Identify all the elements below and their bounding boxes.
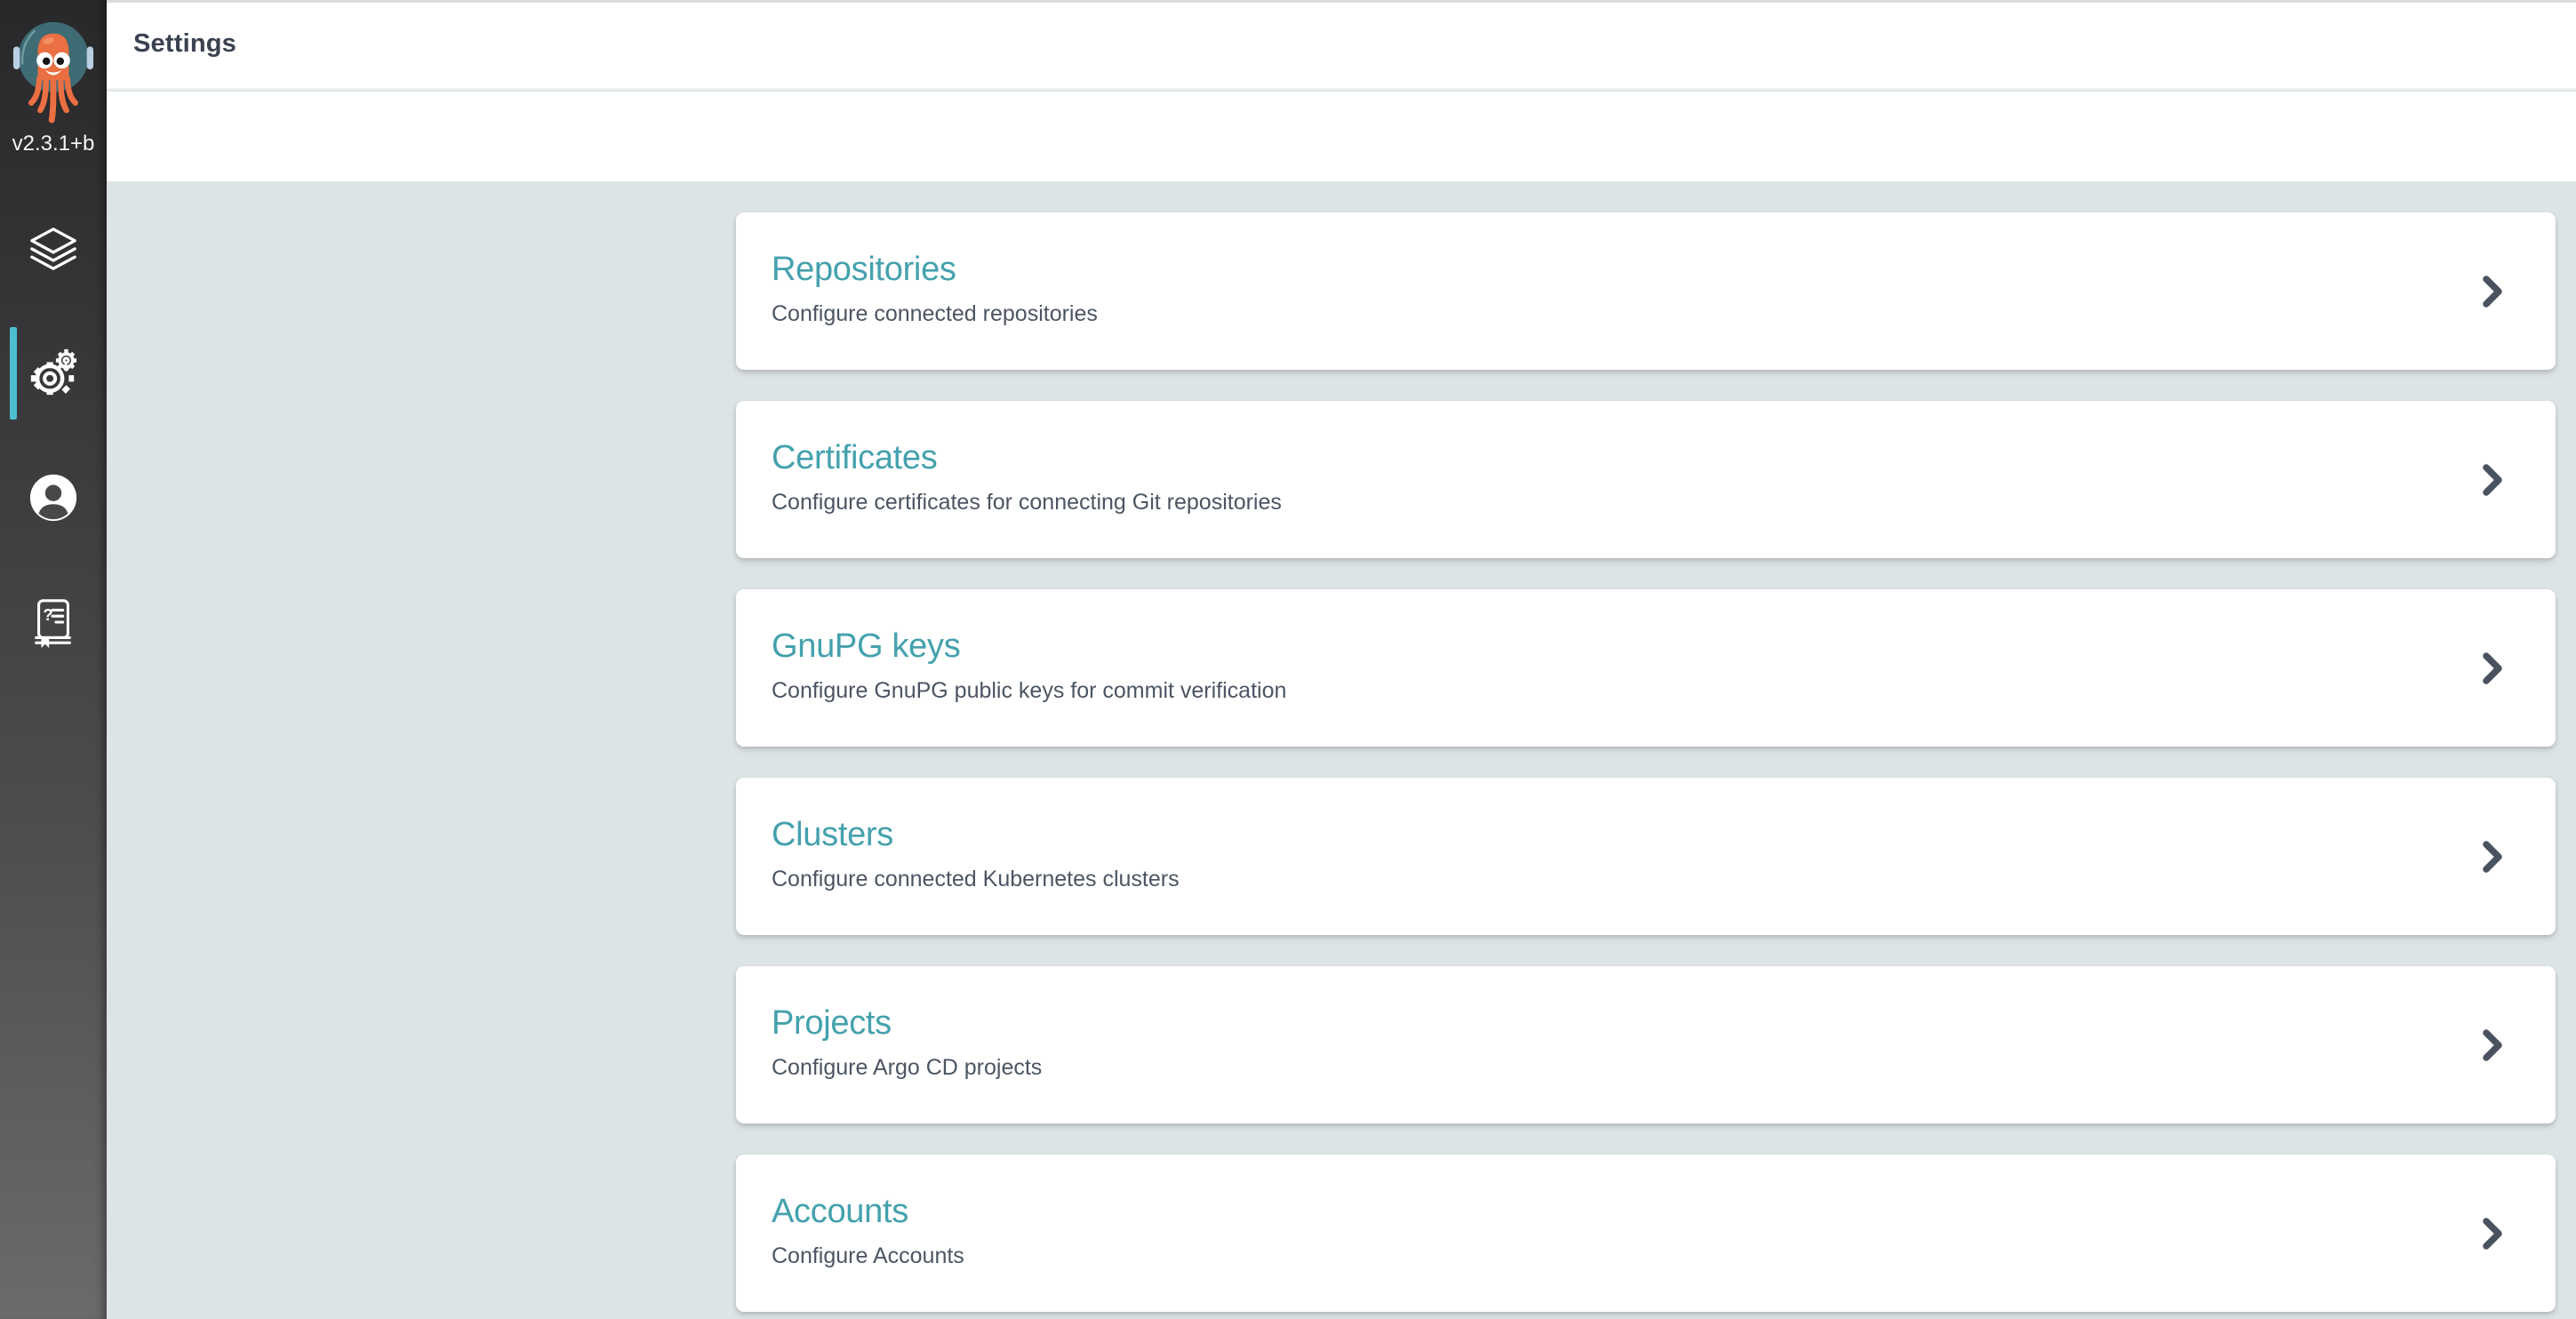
page-title: Settings	[133, 29, 236, 59]
chevron-right-icon	[2483, 652, 2504, 684]
settings-card-clusters[interactable]: Clusters Configure connected Kubernetes …	[736, 778, 2556, 935]
card-description: Configure GnuPG public keys for commit v…	[772, 677, 2449, 704]
settings-card-certificates[interactable]: Certificates Configure certificates for …	[736, 401, 2556, 558]
main-content-area: Settings Repositories Configure connecte…	[107, 0, 2576, 1319]
settings-card-accounts[interactable]: Accounts Configure Accounts	[736, 1155, 2556, 1312]
card-description: Configure Argo CD projects	[772, 1054, 2449, 1081]
chevron-right-icon	[2483, 1218, 2504, 1250]
card-description: Configure Accounts	[772, 1243, 2449, 1269]
version-label: v2.3.1+b	[0, 132, 107, 156]
settings-card-projects[interactable]: Projects Configure Argo CD projects	[736, 966, 2556, 1123]
window-top-edge	[107, 0, 2576, 3]
card-description: Configure certificates for connecting Gi…	[772, 489, 2449, 516]
card-description: Configure connected repositories	[772, 300, 2449, 327]
settings-card-list: Repositories Configure connected reposit…	[736, 212, 2556, 1319]
card-title-link[interactable]: Accounts	[772, 1194, 2449, 1231]
chevron-right-icon	[2483, 841, 2504, 873]
sidebar-item-applications[interactable]	[0, 187, 107, 311]
argo-cd-octopus-icon	[12, 20, 94, 131]
card-title-link[interactable]: Clusters	[772, 817, 2449, 854]
gear-icon	[28, 348, 79, 399]
secondary-toolbar	[107, 92, 2576, 181]
sidebar-nav: ?	[0, 187, 107, 684]
card-title-link[interactable]: Repositories	[772, 252, 2449, 289]
help-book-icon: ?	[28, 596, 79, 648]
argo-cd-settings-screen: Settings Repositories Configure connecte…	[0, 0, 2576, 1319]
card-description: Configure connected Kubernetes clusters	[772, 866, 2449, 892]
sidebar: v2.3.1+b	[0, 0, 107, 1319]
card-title-link[interactable]: Projects	[772, 1005, 2449, 1043]
sidebar-item-settings[interactable]	[0, 311, 107, 436]
user-icon	[28, 472, 79, 524]
settings-card-gnupg-keys[interactable]: GnuPG keys Configure GnuPG public keys f…	[736, 589, 2556, 747]
active-indicator	[10, 327, 17, 420]
svg-text:?: ?	[43, 605, 52, 624]
chevron-right-icon	[2483, 1029, 2504, 1061]
sidebar-item-user-info[interactable]	[0, 436, 107, 560]
layers-icon	[28, 223, 79, 275]
chevron-right-icon	[2483, 464, 2504, 496]
settings-card-repositories[interactable]: Repositories Configure connected reposit…	[736, 212, 2556, 370]
chevron-right-icon	[2483, 276, 2504, 308]
card-title-link[interactable]: GnuPG keys	[772, 628, 2449, 666]
top-toolbar: Settings	[107, 0, 2576, 90]
sidebar-item-help[interactable]: ?	[0, 560, 107, 684]
card-title-link[interactable]: Certificates	[772, 440, 2449, 477]
